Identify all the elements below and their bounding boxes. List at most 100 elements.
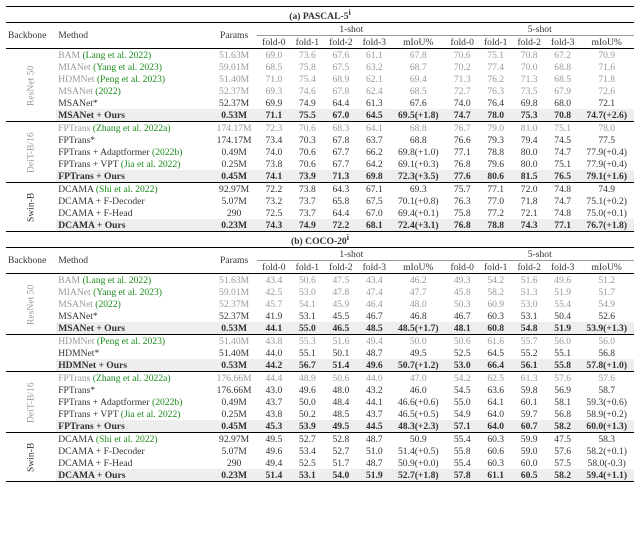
method-cell: FPTrans + VPT (Jia et al. 2022) (56, 408, 211, 420)
results-table: (a) PASCAL-5iBackboneMethodParams1-shot5… (6, 6, 634, 482)
method-cell: FPTrans + Adaptformer (2022b) (56, 146, 211, 158)
method-cell: FPTrans + VPT (Jia et al. 2022) (56, 158, 211, 170)
params-cell: 52.37M (211, 310, 257, 322)
method-cell: MSANet + Ours (56, 322, 211, 335)
params-cell: 59.01M (211, 286, 257, 298)
method-cell: FPTrans + Ours (56, 420, 211, 433)
method-cell: DCAMA (Shi et al. 2022) (56, 183, 211, 196)
method-cell: MSANet* (56, 97, 211, 109)
method-cell: MIANet (Yang et al. 2023) (56, 61, 211, 73)
params-cell: 5.07M (211, 445, 257, 457)
table-row: HDMNet (Peng et al. 2023)51.40M43.855.35… (6, 335, 634, 348)
method-cell: HDMNet* (56, 347, 211, 359)
method-cell: BAM (Lang et al. 2022) (56, 49, 211, 62)
method-cell: HDMNet (Peng et al. 2023) (56, 73, 211, 85)
table-row: DCAMA + Ours0.23M51.453.154.051.952.7(+1… (6, 469, 634, 482)
table-row: FPTrans + VPT (Jia et al. 2022)0.25M73.8… (6, 158, 634, 170)
backbone-label: ResNet 50 (6, 274, 56, 335)
table-body: (a) PASCAL-5iBackboneMethodParams1-shot5… (6, 7, 634, 482)
params-cell: 0.53M (211, 322, 257, 335)
table-row: DCAMA + F-Decoder5.07M73.273.765.867.570… (6, 195, 634, 207)
method-cell: MSANet (2022) (56, 298, 211, 310)
params-cell: 52.37M (211, 85, 257, 97)
method-cell: FPTrans (Zhang et al. 2022a) (56, 122, 211, 135)
params-cell: 176.66M (211, 372, 257, 385)
params-cell: 176.66M (211, 384, 257, 396)
backbone-label: Swin-B (6, 433, 56, 482)
table-row: ResNet 50BAM (Lang et al. 2022)51.63M69.… (6, 49, 634, 62)
table-row: FPTrans + Adaptformer (2022b)0.49M43.750… (6, 396, 634, 408)
table-row: DCAMA + F-Head29072.573.764.467.069.4(+0… (6, 207, 634, 219)
method-cell: HDMNet + Ours (56, 359, 211, 372)
table-row: FPTrans*176.66M43.049.648.043.246.054.56… (6, 384, 634, 396)
params-cell: 0.25M (211, 158, 257, 170)
params-cell: 0.53M (211, 359, 257, 372)
table-row: MSANet*52.37M41.953.145.546.746.846.760.… (6, 310, 634, 322)
table-row: FPTrans + Adaptformer (2022b)0.49M74.070… (6, 146, 634, 158)
table-row: HDMNet*51.40M44.055.150.148.749.552.564.… (6, 347, 634, 359)
table-row: FPTrans + Ours0.45M74.173.971.369.872.3(… (6, 170, 634, 183)
params-cell: 0.45M (211, 420, 257, 433)
params-cell: 52.37M (211, 97, 257, 109)
params-cell: 59.01M (211, 61, 257, 73)
table-row: MSANet (2022)52.37M45.754.145.946.448.05… (6, 298, 634, 310)
backbone-label: ResNet 50 (6, 49, 56, 122)
table-row: DeiT-B/16FPTrans (Zhang et al. 2022a)176… (6, 372, 634, 385)
method-cell: DCAMA + F-Decoder (56, 195, 211, 207)
table-row: MSANet + Ours0.53M44.155.046.548.548.5(+… (6, 322, 634, 335)
table-row: MSANet + Ours0.53M71.175.567.064.569.5(+… (6, 109, 634, 122)
method-cell: HDMNet (Peng et al. 2023) (56, 335, 211, 348)
params-cell: 174.17M (211, 122, 257, 135)
params-cell: 5.07M (211, 195, 257, 207)
params-cell: 51.40M (211, 73, 257, 85)
table-row: DCAMA + F-Decoder5.07M49.653.452.751.051… (6, 445, 634, 457)
backbone-label: DeiT-B/16 (6, 372, 56, 433)
backbone-label (6, 335, 56, 372)
params-cell: 92.97M (211, 183, 257, 196)
method-cell: FPTrans (Zhang et al. 2022a) (56, 372, 211, 385)
table-row: ResNet 50BAM (Lang et al. 2022)51.63M43.… (6, 274, 634, 287)
table-row: FPTrans + VPT (Jia et al. 2022)0.25M43.8… (6, 408, 634, 420)
params-cell: 174.17M (211, 134, 257, 146)
params-cell: 0.53M (211, 109, 257, 122)
method-cell: DCAMA + Ours (56, 219, 211, 232)
method-cell: DCAMA + F-Decoder (56, 445, 211, 457)
method-cell: FPTrans + Adaptformer (2022b) (56, 396, 211, 408)
method-cell: MSANet (2022) (56, 85, 211, 97)
params-cell: 92.97M (211, 433, 257, 446)
backbone-label: DeiT-B/16 (6, 122, 56, 183)
backbone-label: Swin-B (6, 183, 56, 232)
params-cell: 51.40M (211, 335, 257, 348)
params-cell: 290 (211, 207, 257, 219)
params-cell: 51.63M (211, 49, 257, 62)
table-row: FPTrans + Ours0.45M45.353.949.544.548.3(… (6, 420, 634, 433)
method-cell: DCAMA + F-Head (56, 207, 211, 219)
method-cell: BAM (Lang et al. 2022) (56, 274, 211, 287)
params-cell: 0.49M (211, 146, 257, 158)
table-row: Swin-BDCAMA (Shi et al. 2022)92.97M49.55… (6, 433, 634, 446)
table-row: FPTrans*174.17M73.470.367.863.768.876.67… (6, 134, 634, 146)
params-cell: 0.25M (211, 408, 257, 420)
table-row: Swin-BDCAMA (Shi et al. 2022)92.97M72.27… (6, 183, 634, 196)
table-row: DCAMA + Ours0.23M74.374.972.268.172.4(+3… (6, 219, 634, 232)
table-row: DeiT-B/16FPTrans (Zhang et al. 2022a)174… (6, 122, 634, 135)
params-cell: 52.37M (211, 298, 257, 310)
table-row: MSANet (2022)52.37M69.374.667.862.468.57… (6, 85, 634, 97)
method-cell: DCAMA (Shi et al. 2022) (56, 433, 211, 446)
table-row: MSANet*52.37M69.974.964.461.367.674.076.… (6, 97, 634, 109)
params-cell: 0.23M (211, 219, 257, 232)
method-cell: MSANet + Ours (56, 109, 211, 122)
table-row: MIANet (Yang et al. 2023)59.01M68.575.86… (6, 61, 634, 73)
params-cell: 51.40M (211, 347, 257, 359)
method-cell: DCAMA + F-Head (56, 457, 211, 469)
method-cell: MIANet (Yang et al. 2023) (56, 286, 211, 298)
params-cell: 0.49M (211, 396, 257, 408)
table-row: DCAMA + F-Head29049.452.551.748.750.9(+0… (6, 457, 634, 469)
method-cell: FPTrans* (56, 384, 211, 396)
params-cell: 0.45M (211, 170, 257, 183)
method-cell: MSANet* (56, 310, 211, 322)
params-cell: 290 (211, 457, 257, 469)
method-cell: DCAMA + Ours (56, 469, 211, 482)
params-cell: 51.63M (211, 274, 257, 287)
table-row: MIANet (Yang et al. 2023)59.01M42.553.04… (6, 286, 634, 298)
